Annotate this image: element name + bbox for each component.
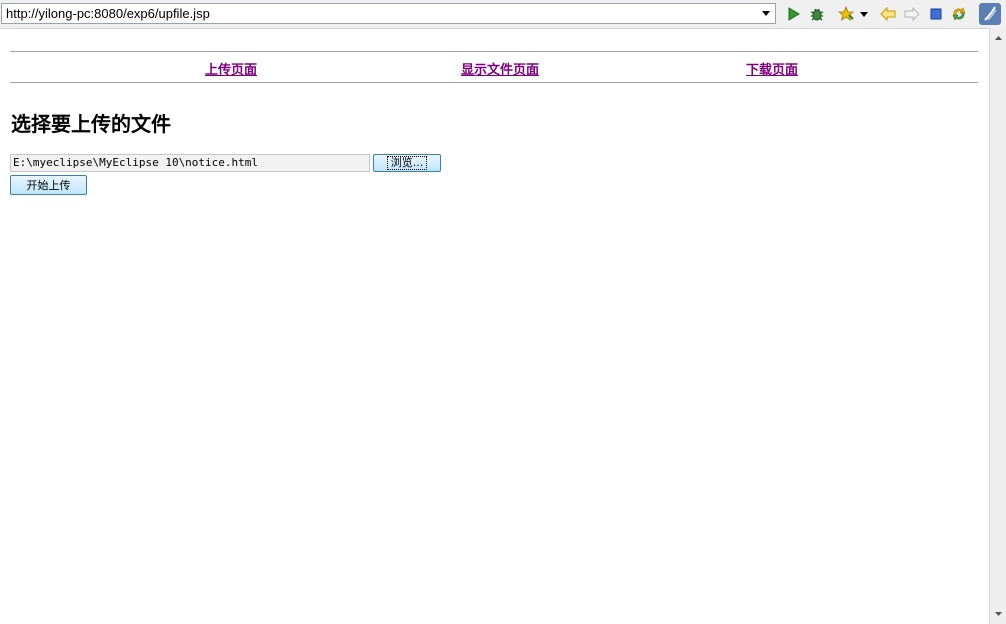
nav-link-upload[interactable]: 上传页面 xyxy=(205,59,257,78)
refresh-icon[interactable] xyxy=(950,5,968,23)
eclipse-icon[interactable] xyxy=(979,3,1001,25)
scroll-down-icon[interactable] xyxy=(990,606,1006,622)
scroll-up-icon[interactable] xyxy=(990,30,1006,46)
debug-icon[interactable] xyxy=(808,5,826,23)
bookmark-star-icon[interactable] xyxy=(837,5,855,23)
page-title: 选择要上传的文件 xyxy=(11,112,171,136)
page-content: 上传页面 显示文件页面 下载页面 选择要上传的文件 E:\myeclipse\M… xyxy=(0,28,989,624)
nav-link-download[interactable]: 下载页面 xyxy=(746,59,798,78)
back-icon[interactable] xyxy=(879,5,897,23)
file-path-field[interactable]: E:\myeclipse\MyEclipse 10\notice.html xyxy=(10,154,370,172)
stop-icon[interactable] xyxy=(927,5,945,23)
browser-window: 上传页面 显示文件页面 下载页面 选择要上传的文件 E:\myeclipse\M… xyxy=(0,0,1006,624)
browse-button-label: 浏览... xyxy=(386,156,428,170)
bottom-divider xyxy=(10,82,978,83)
run-icon[interactable] xyxy=(784,5,802,23)
forward-icon[interactable] xyxy=(903,5,921,23)
url-dropdown-icon[interactable] xyxy=(759,4,773,23)
url-input[interactable] xyxy=(2,4,761,23)
browser-toolbar xyxy=(0,0,1006,29)
top-divider xyxy=(10,51,978,52)
start-upload-button[interactable]: 开始上传 xyxy=(10,175,87,195)
browse-button[interactable]: 浏览... xyxy=(373,154,441,172)
address-bar[interactable] xyxy=(1,3,776,24)
vertical-scrollbar[interactable] xyxy=(989,28,1006,624)
dropdown-icon[interactable] xyxy=(857,5,871,23)
nav-link-show-files[interactable]: 显示文件页面 xyxy=(461,59,539,78)
